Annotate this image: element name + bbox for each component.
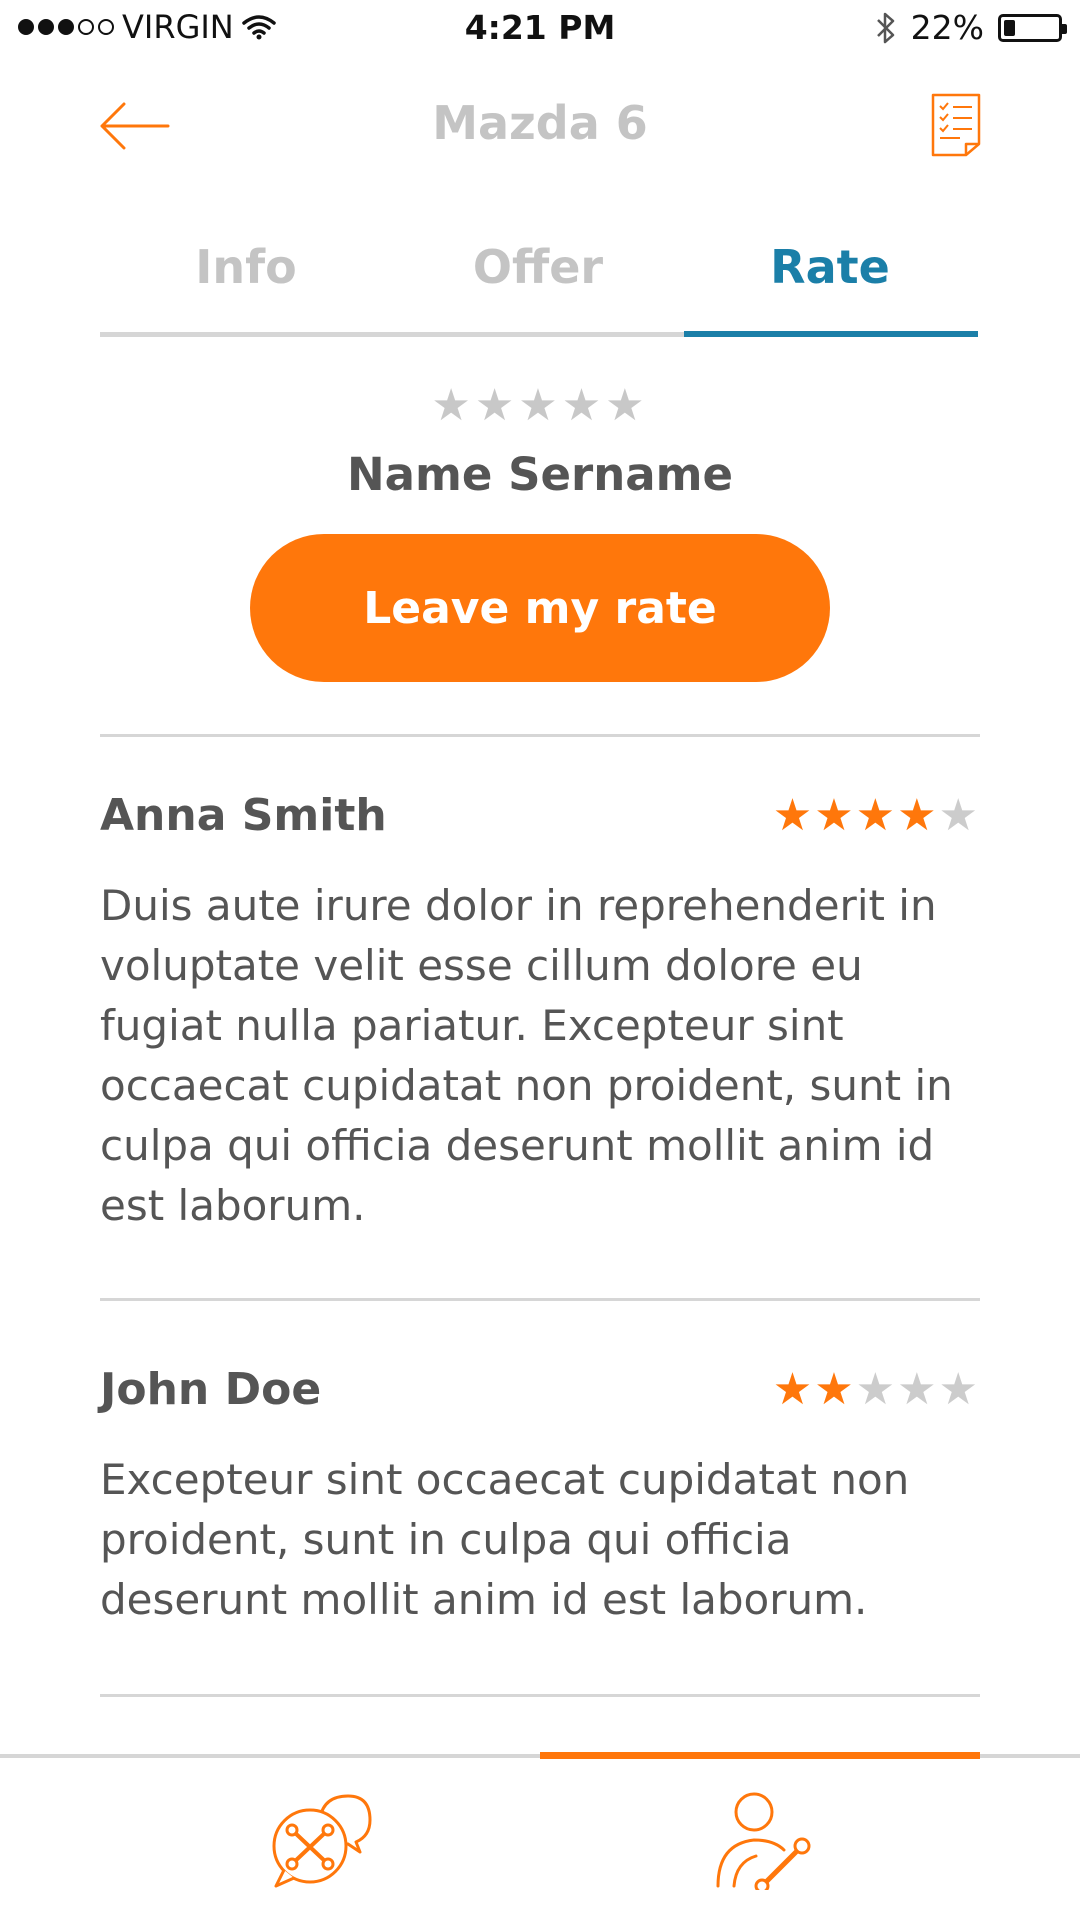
leave-rate-button[interactable]: Leave my rate bbox=[250, 534, 830, 682]
header: Mazda 6 bbox=[0, 78, 1080, 168]
my-rating-stars[interactable]: ★★★★★ bbox=[0, 380, 1080, 431]
chat-wrench-icon bbox=[272, 1794, 372, 1888]
review-text: Duis aute irure dolor in reprehenderit i… bbox=[100, 881, 953, 1230]
current-user-name: Name Sername bbox=[346, 448, 734, 501]
reviewer-name: Anna Smith bbox=[100, 790, 387, 841]
review-text: Excepteur sint occaecat cupidatat non pr… bbox=[100, 1455, 910, 1624]
tab-bar: Info Offer Rate bbox=[100, 240, 978, 337]
bottom-nav-chat-button[interactable] bbox=[262, 1790, 374, 1890]
star-filled-icon: ★ bbox=[855, 790, 898, 841]
tab-active-indicator bbox=[684, 331, 978, 337]
star-filled-icon: ★ bbox=[897, 790, 939, 841]
battery-icon bbox=[998, 13, 1067, 42]
star-empty-icon: ★ bbox=[938, 790, 980, 841]
tab-offer[interactable]: Offer bbox=[392, 240, 684, 294]
status-bar: VIRGIN 4:21 PM 22% bbox=[0, 0, 1080, 58]
review-rating-stars: ★★★★★ bbox=[773, 790, 980, 841]
checklist-document-icon bbox=[931, 93, 981, 157]
reviewer-name: John Doe bbox=[100, 1364, 322, 1415]
bottom-nav-profile-button[interactable] bbox=[712, 1790, 812, 1894]
star-empty-icon: ★ bbox=[938, 1364, 980, 1415]
tab-rate[interactable]: Rate bbox=[684, 240, 976, 294]
star-filled-icon: ★ bbox=[772, 790, 815, 841]
bottom-nav-active-indicator bbox=[540, 1752, 980, 1759]
star-filled-icon: ★ bbox=[772, 1364, 815, 1415]
mechanic-profile-icon bbox=[716, 1792, 811, 1894]
star-filled-icon: ★ bbox=[814, 790, 856, 841]
tab-info[interactable]: Info bbox=[100, 240, 392, 294]
page-title: Mazda 6 bbox=[432, 96, 648, 150]
divider bbox=[100, 1298, 980, 1301]
divider bbox=[100, 1694, 980, 1697]
star-empty-icon: ★ bbox=[897, 1364, 939, 1415]
checklist-button[interactable] bbox=[930, 92, 982, 158]
bluetooth-icon bbox=[876, 12, 894, 43]
review-rating-stars: ★★★★★ bbox=[773, 1364, 980, 1415]
status-right: 22% bbox=[875, 8, 1067, 47]
battery-percent: 22% bbox=[910, 8, 984, 47]
battery-level bbox=[1004, 19, 1015, 36]
star-empty-icon: ★ bbox=[855, 1364, 898, 1415]
star-filled-icon: ★ bbox=[814, 1364, 856, 1415]
divider bbox=[100, 734, 980, 737]
